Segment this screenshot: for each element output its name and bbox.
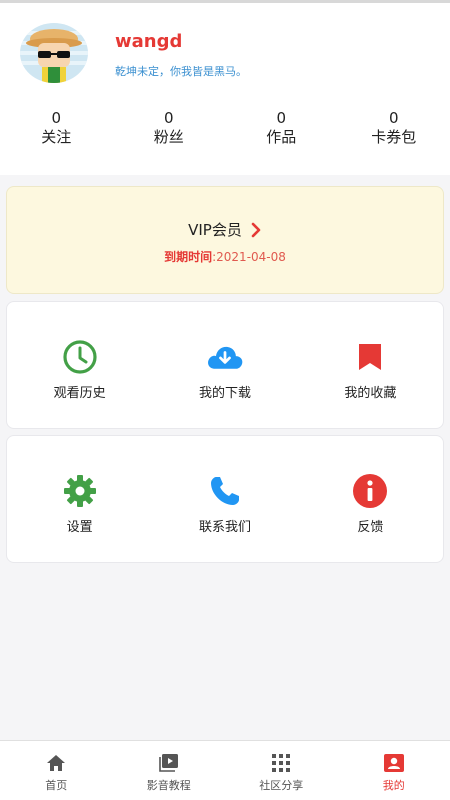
bookmark-icon: [351, 340, 389, 374]
profile-icon: [383, 753, 405, 773]
stat-label: 作品: [266, 128, 297, 146]
menu-contact-us[interactable]: 联系我们: [152, 436, 297, 562]
menu-label: 联系我们: [198, 520, 251, 535]
phone-icon: [206, 474, 244, 508]
profile-header: wangd 乾坤未定，你我皆是黑马。 0 关注 0 粉丝 0 作品 0 卡券包: [0, 3, 450, 175]
stat-value: 0: [51, 109, 62, 127]
menu-label: 设置: [66, 520, 93, 535]
menu-feedback[interactable]: 反馈: [298, 436, 443, 562]
gear-icon: [61, 474, 99, 508]
stat-coupons[interactable]: 0 卡券包: [338, 109, 450, 155]
tab-label: 影音教程: [146, 779, 191, 792]
username: wangd: [115, 31, 183, 52]
menu-label: 我的收藏: [344, 386, 397, 401]
menu-card-1: 观看历史 我的下载 我的收藏: [6, 301, 444, 429]
menu-settings[interactable]: 设置: [7, 436, 152, 562]
menu-my-favorites[interactable]: 我的收藏: [298, 302, 443, 428]
stat-label: 卡券包: [371, 128, 417, 146]
cloud-download-icon: [206, 340, 244, 374]
vip-expire-label: 到期时间: [164, 250, 213, 264]
stat-value: 0: [276, 109, 287, 127]
avatar[interactable]: [20, 23, 88, 83]
stat-works[interactable]: 0 作品: [225, 109, 338, 155]
clock-icon: [61, 340, 99, 374]
home-icon: [45, 753, 67, 773]
chevron-right-icon: [251, 222, 261, 237]
info-icon: [351, 474, 389, 508]
vip-title-row: VIP会员: [7, 219, 443, 240]
bottom-tab-bar: 首页 影音教程 社区分享 我的: [0, 740, 450, 800]
vip-card[interactable]: VIP会员 到期时间:2021-04-08: [6, 186, 444, 294]
vip-expire: 到期时间:2021-04-08: [7, 248, 443, 265]
tab-label: 首页: [45, 779, 68, 792]
tab-video-tutorials[interactable]: 影音教程: [113, 741, 226, 800]
stat-fans[interactable]: 0 粉丝: [113, 109, 226, 155]
tab-mine[interactable]: 我的: [338, 741, 450, 800]
stat-label: 关注: [41, 128, 72, 146]
stats-row: 0 关注 0 粉丝 0 作品 0 卡券包: [0, 109, 450, 155]
tab-label: 我的: [382, 779, 405, 792]
vip-title: VIP会员: [188, 221, 242, 239]
menu-label: 我的下载: [198, 386, 251, 401]
stat-label: 粉丝: [153, 128, 184, 146]
grid-icon: [270, 753, 292, 773]
menu-card-2: 设置 联系我们 反馈: [6, 435, 444, 563]
video-icon: [158, 753, 180, 773]
tab-label: 社区分享: [259, 779, 304, 792]
menu-label: 观看历史: [53, 386, 106, 401]
tab-home[interactable]: 首页: [0, 741, 113, 800]
stat-value: 0: [163, 109, 174, 127]
menu-watch-history[interactable]: 观看历史: [7, 302, 152, 428]
menu-label: 反馈: [357, 520, 384, 535]
menu-my-downloads[interactable]: 我的下载: [152, 302, 297, 428]
signature: 乾坤未定，你我皆是黑马。: [115, 65, 247, 78]
stat-value: 0: [388, 109, 399, 127]
tab-community[interactable]: 社区分享: [225, 741, 338, 800]
vip-expire-date: 2021-04-08: [216, 250, 286, 264]
stat-following[interactable]: 0 关注: [0, 109, 113, 155]
